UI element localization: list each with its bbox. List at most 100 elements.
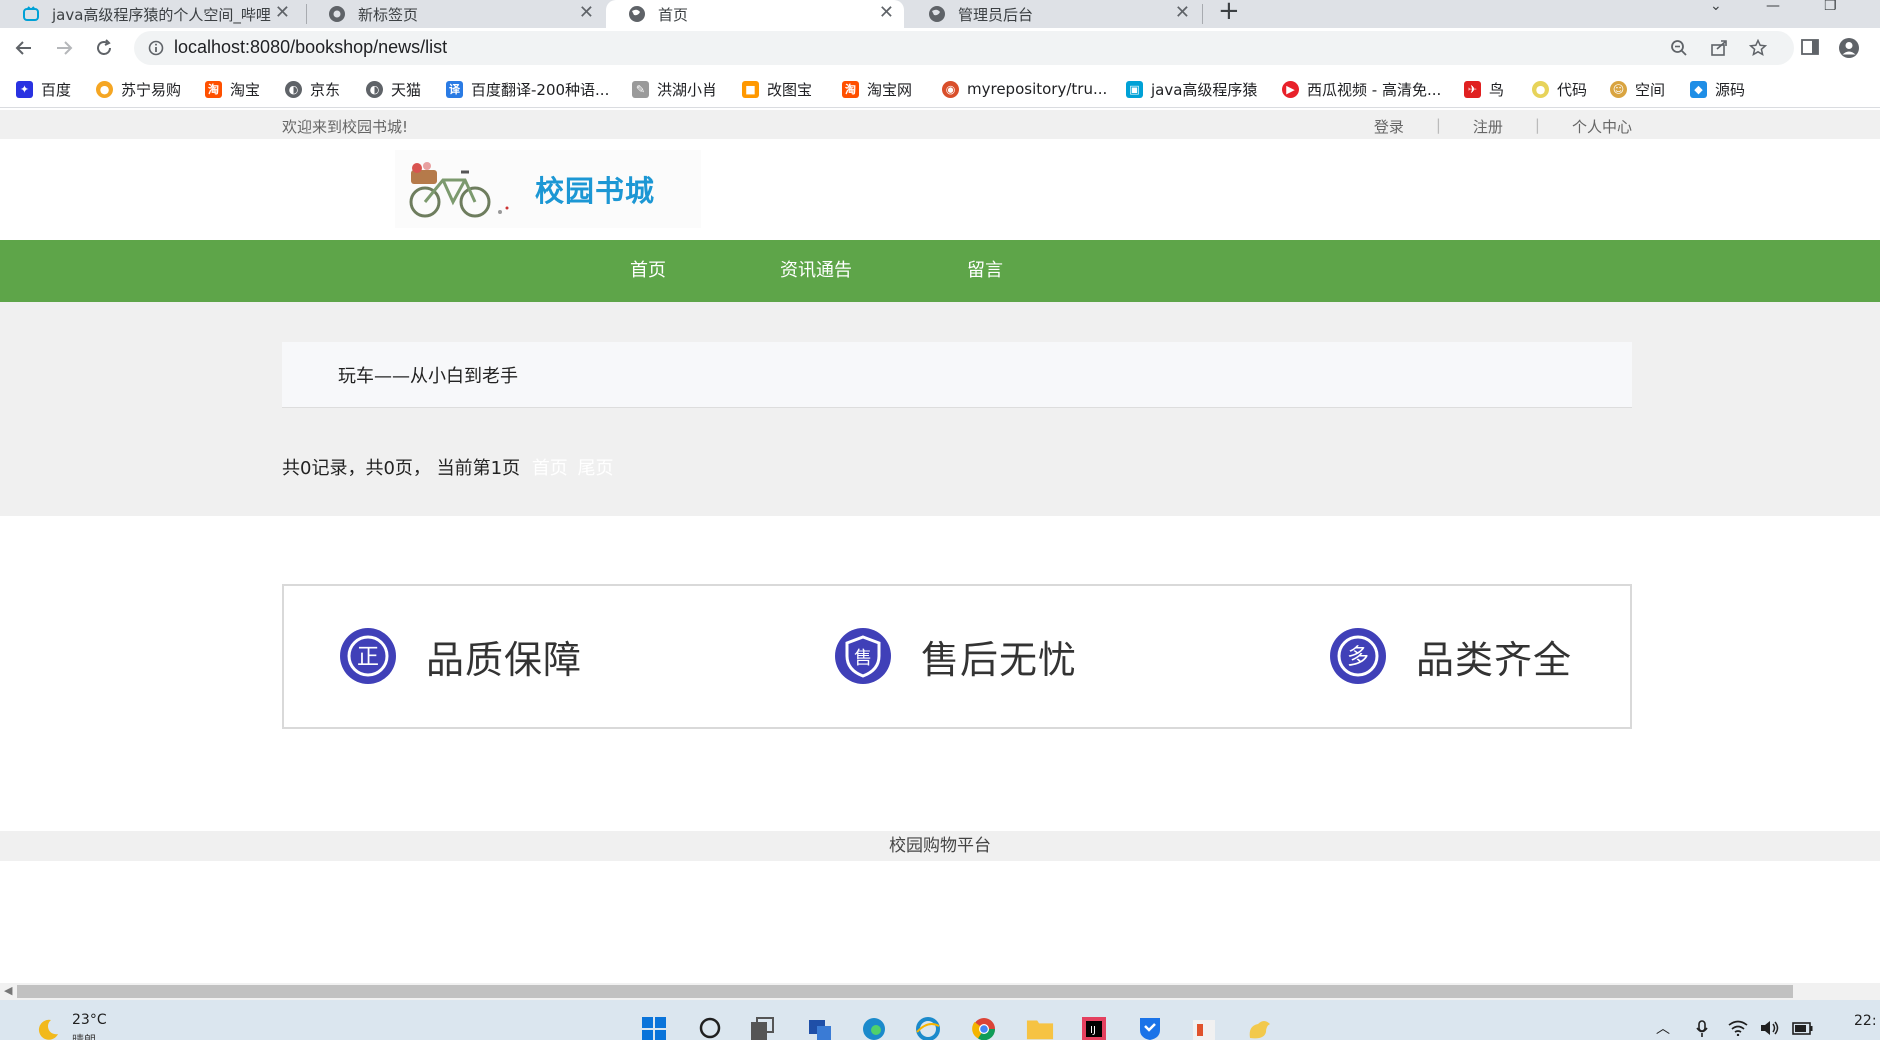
horizontal-scrollbar[interactable]: ◀ [0, 983, 1880, 1000]
forward-button[interactable] [49, 33, 79, 63]
globe-icon [629, 6, 645, 22]
os-taskbar: 23°C 晴朗 IJ ︿ 22: [0, 1000, 1880, 1040]
network-app-icon[interactable] [806, 1016, 834, 1040]
first-page-link[interactable]: 首页 [532, 458, 568, 479]
tab-new-tab[interactable]: 新标签页 ✕ [306, 0, 604, 28]
logo-text: 校园书城 [535, 174, 656, 208]
globe-icon: ◐ [285, 80, 302, 98]
bookmark-tmall[interactable]: ◐ 天猫 [366, 79, 421, 99]
bookmark-honghu[interactable]: ✎ 洪湖小肖 [632, 79, 717, 99]
close-tab-icon[interactable]: ✕ [579, 2, 594, 23]
ie-icon[interactable] [914, 1016, 942, 1040]
side-panel-icon[interactable] [1800, 37, 1820, 57]
bookmark-suning[interactable]: ● 苏宁易购 [96, 79, 181, 99]
bookmark-space[interactable]: ☺ 空间 [1610, 79, 1665, 99]
tab-search-icon[interactable]: ⌄ [1710, 0, 1722, 14]
reload-button[interactable] [89, 33, 119, 63]
feature-label: 品类齐全 [1416, 637, 1573, 682]
chrome-icon [329, 6, 345, 22]
suning-icon: ● [96, 80, 113, 98]
bookmark-jd[interactable]: ◐ 京东 [285, 79, 340, 99]
login-link[interactable]: 登录 [1374, 116, 1404, 137]
tab-admin[interactable]: 管理员后台 ✕ [906, 0, 1200, 28]
fanyi-icon: 译 [446, 80, 463, 98]
tab-title: 管理员后台 [958, 5, 1034, 24]
info-icon[interactable] [148, 40, 164, 56]
nav-news[interactable]: 资讯通告 [780, 240, 852, 302]
battery-icon[interactable] [1792, 1020, 1814, 1036]
news-title-link[interactable]: 玩车——从小白到老手 [338, 362, 518, 388]
intellij-icon[interactable]: IJ [1080, 1016, 1108, 1040]
scrollbar-thumb[interactable] [17, 985, 1793, 998]
weather-desc: 晴朗 [72, 1033, 97, 1040]
gaitubao-icon: ■ [742, 80, 759, 98]
wifi-icon[interactable] [1728, 1020, 1748, 1036]
chrome-icon[interactable] [970, 1016, 998, 1040]
bookmark-xigua[interactable]: ▶ 西瓜视频 - 高清免... [1282, 79, 1441, 99]
bookmark-taobao-net[interactable]: 淘淘宝网 [842, 79, 912, 99]
bicycle-icon [409, 162, 509, 218]
link-separator: | [1534, 116, 1540, 134]
squirrel-app-icon[interactable] [1246, 1016, 1274, 1040]
feature-quality: 正 品质保障 [340, 628, 582, 684]
tab-bilibili[interactable]: java高级程序猿的个人空间_哔哩 ✕ [0, 0, 300, 28]
aftersale-shield-icon: 售 [835, 628, 891, 684]
pagination: 共0记录，共0页， 当前第1页 首页 尾页 [282, 454, 614, 480]
bookmark-code[interactable]: ● 代码 [1532, 79, 1587, 99]
list-item[interactable]: 玩车——从小白到老手 [282, 342, 1632, 408]
search-icon[interactable] [697, 1016, 725, 1040]
nav-messages[interactable]: 留言 [967, 240, 1003, 302]
clock[interactable]: 22: [1854, 1013, 1877, 1029]
last-page-link[interactable]: 尾页 [578, 458, 614, 479]
svg-text:正: 正 [357, 645, 379, 670]
bookmark-star-icon[interactable] [1749, 39, 1767, 57]
volume-icon[interactable] [1760, 1020, 1780, 1036]
taobao-icon: 淘 [205, 80, 222, 98]
bilibili-icon [23, 6, 39, 21]
edge-icon[interactable] [860, 1016, 888, 1040]
start-icon[interactable] [640, 1016, 668, 1040]
address-bar[interactable]: localhost:8080/bookshop/news/list [134, 31, 1794, 65]
bookmark-baidu[interactable]: ✦ 百度 [16, 79, 71, 99]
bookmark-myrepository[interactable]: ◉ myrepository/tru... [942, 79, 1107, 99]
bookmark-bird[interactable]: ✈ 鸟 [1464, 79, 1504, 99]
share-icon[interactable] [1710, 39, 1728, 57]
profile-avatar-icon[interactable] [1838, 37, 1860, 59]
close-tab-icon[interactable]: ✕ [275, 2, 290, 23]
bookmark-baidu-fanyi[interactable]: 译百度翻译-200种语... [446, 79, 609, 99]
taobao-icon: 淘 [842, 80, 859, 98]
profile-link[interactable]: 个人中心 [1572, 116, 1632, 137]
microphone-icon[interactable] [1695, 1020, 1709, 1038]
svg-text:IJ: IJ [1090, 1025, 1096, 1036]
news-list-section [0, 302, 1880, 516]
chevron-up-icon[interactable]: ︿ [1656, 1018, 1670, 1038]
feature-label: 售后无忧 [921, 637, 1078, 682]
shield-app-icon[interactable] [1136, 1016, 1164, 1040]
zoom-icon[interactable] [1670, 39, 1688, 57]
main-nav: 首页 资讯通告 留言 [0, 240, 1880, 302]
task-view-icon[interactable] [748, 1016, 776, 1040]
back-button[interactable] [9, 33, 39, 63]
bookmark-taobao[interactable]: 淘淘宝 [205, 79, 260, 99]
bookmark-source[interactable]: ◆ 源码 [1690, 79, 1745, 99]
tab-title: 首页 [658, 5, 689, 24]
register-link[interactable]: 注册 [1473, 116, 1503, 137]
pagination-summary: 共0记录，共0页， 当前第1页 [282, 458, 521, 479]
file-explorer-icon[interactable] [1026, 1016, 1054, 1040]
bookmark-bilibili[interactable]: ▣ java高级程序猿 [1126, 79, 1257, 99]
minimize-icon[interactable]: — [1766, 0, 1780, 14]
site-logo[interactable]: 校园书城 [395, 150, 701, 228]
tab-home[interactable]: 首页 ✕ [606, 0, 904, 28]
restore-icon[interactable]: ❐ [1824, 0, 1837, 14]
close-tab-icon[interactable]: ✕ [1175, 2, 1190, 23]
presentation-app-icon[interactable] [1190, 1016, 1218, 1040]
new-tab-button[interactable]: + [1218, 0, 1240, 26]
svg-text:售: 售 [854, 648, 872, 669]
svg-text:多: 多 [1347, 645, 1369, 670]
scroll-left-icon[interactable]: ◀ [4, 984, 12, 997]
arrow-left-icon [15, 41, 31, 55]
url-text[interactable]: localhost:8080/bookshop/news/list [174, 37, 447, 58]
bookmark-gaitubao[interactable]: ■ 改图宝 [742, 79, 812, 99]
close-tab-icon[interactable]: ✕ [879, 2, 894, 23]
nav-home[interactable]: 首页 [630, 240, 666, 302]
